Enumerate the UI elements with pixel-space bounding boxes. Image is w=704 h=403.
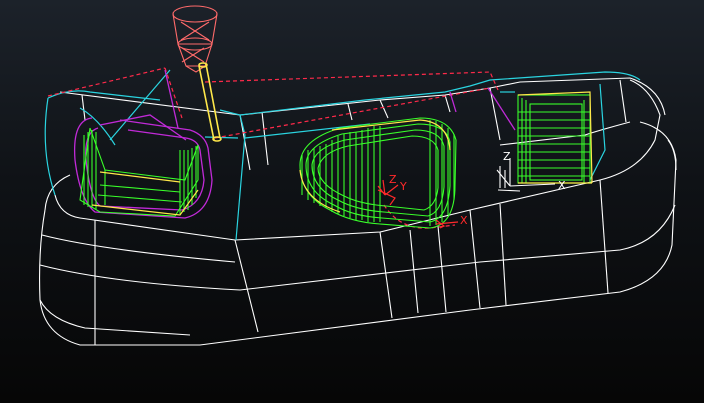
workplane-z-label: Z	[503, 150, 511, 163]
tool-shank	[198, 62, 222, 142]
model-view-svg: Z X Z Y X	[39, 5, 677, 346]
world-y-label: Y	[399, 180, 407, 193]
toolpath-center-pocket	[299, 117, 457, 229]
tool-icon[interactable]	[172, 5, 218, 73]
workplane-x-label: X	[558, 179, 566, 192]
boss-top-outline	[517, 91, 593, 184]
cam-3d-viewport[interactable]: Z X Z Y X	[0, 0, 704, 403]
world-x-label: X	[460, 214, 468, 227]
world-z-label: Z	[389, 173, 397, 186]
